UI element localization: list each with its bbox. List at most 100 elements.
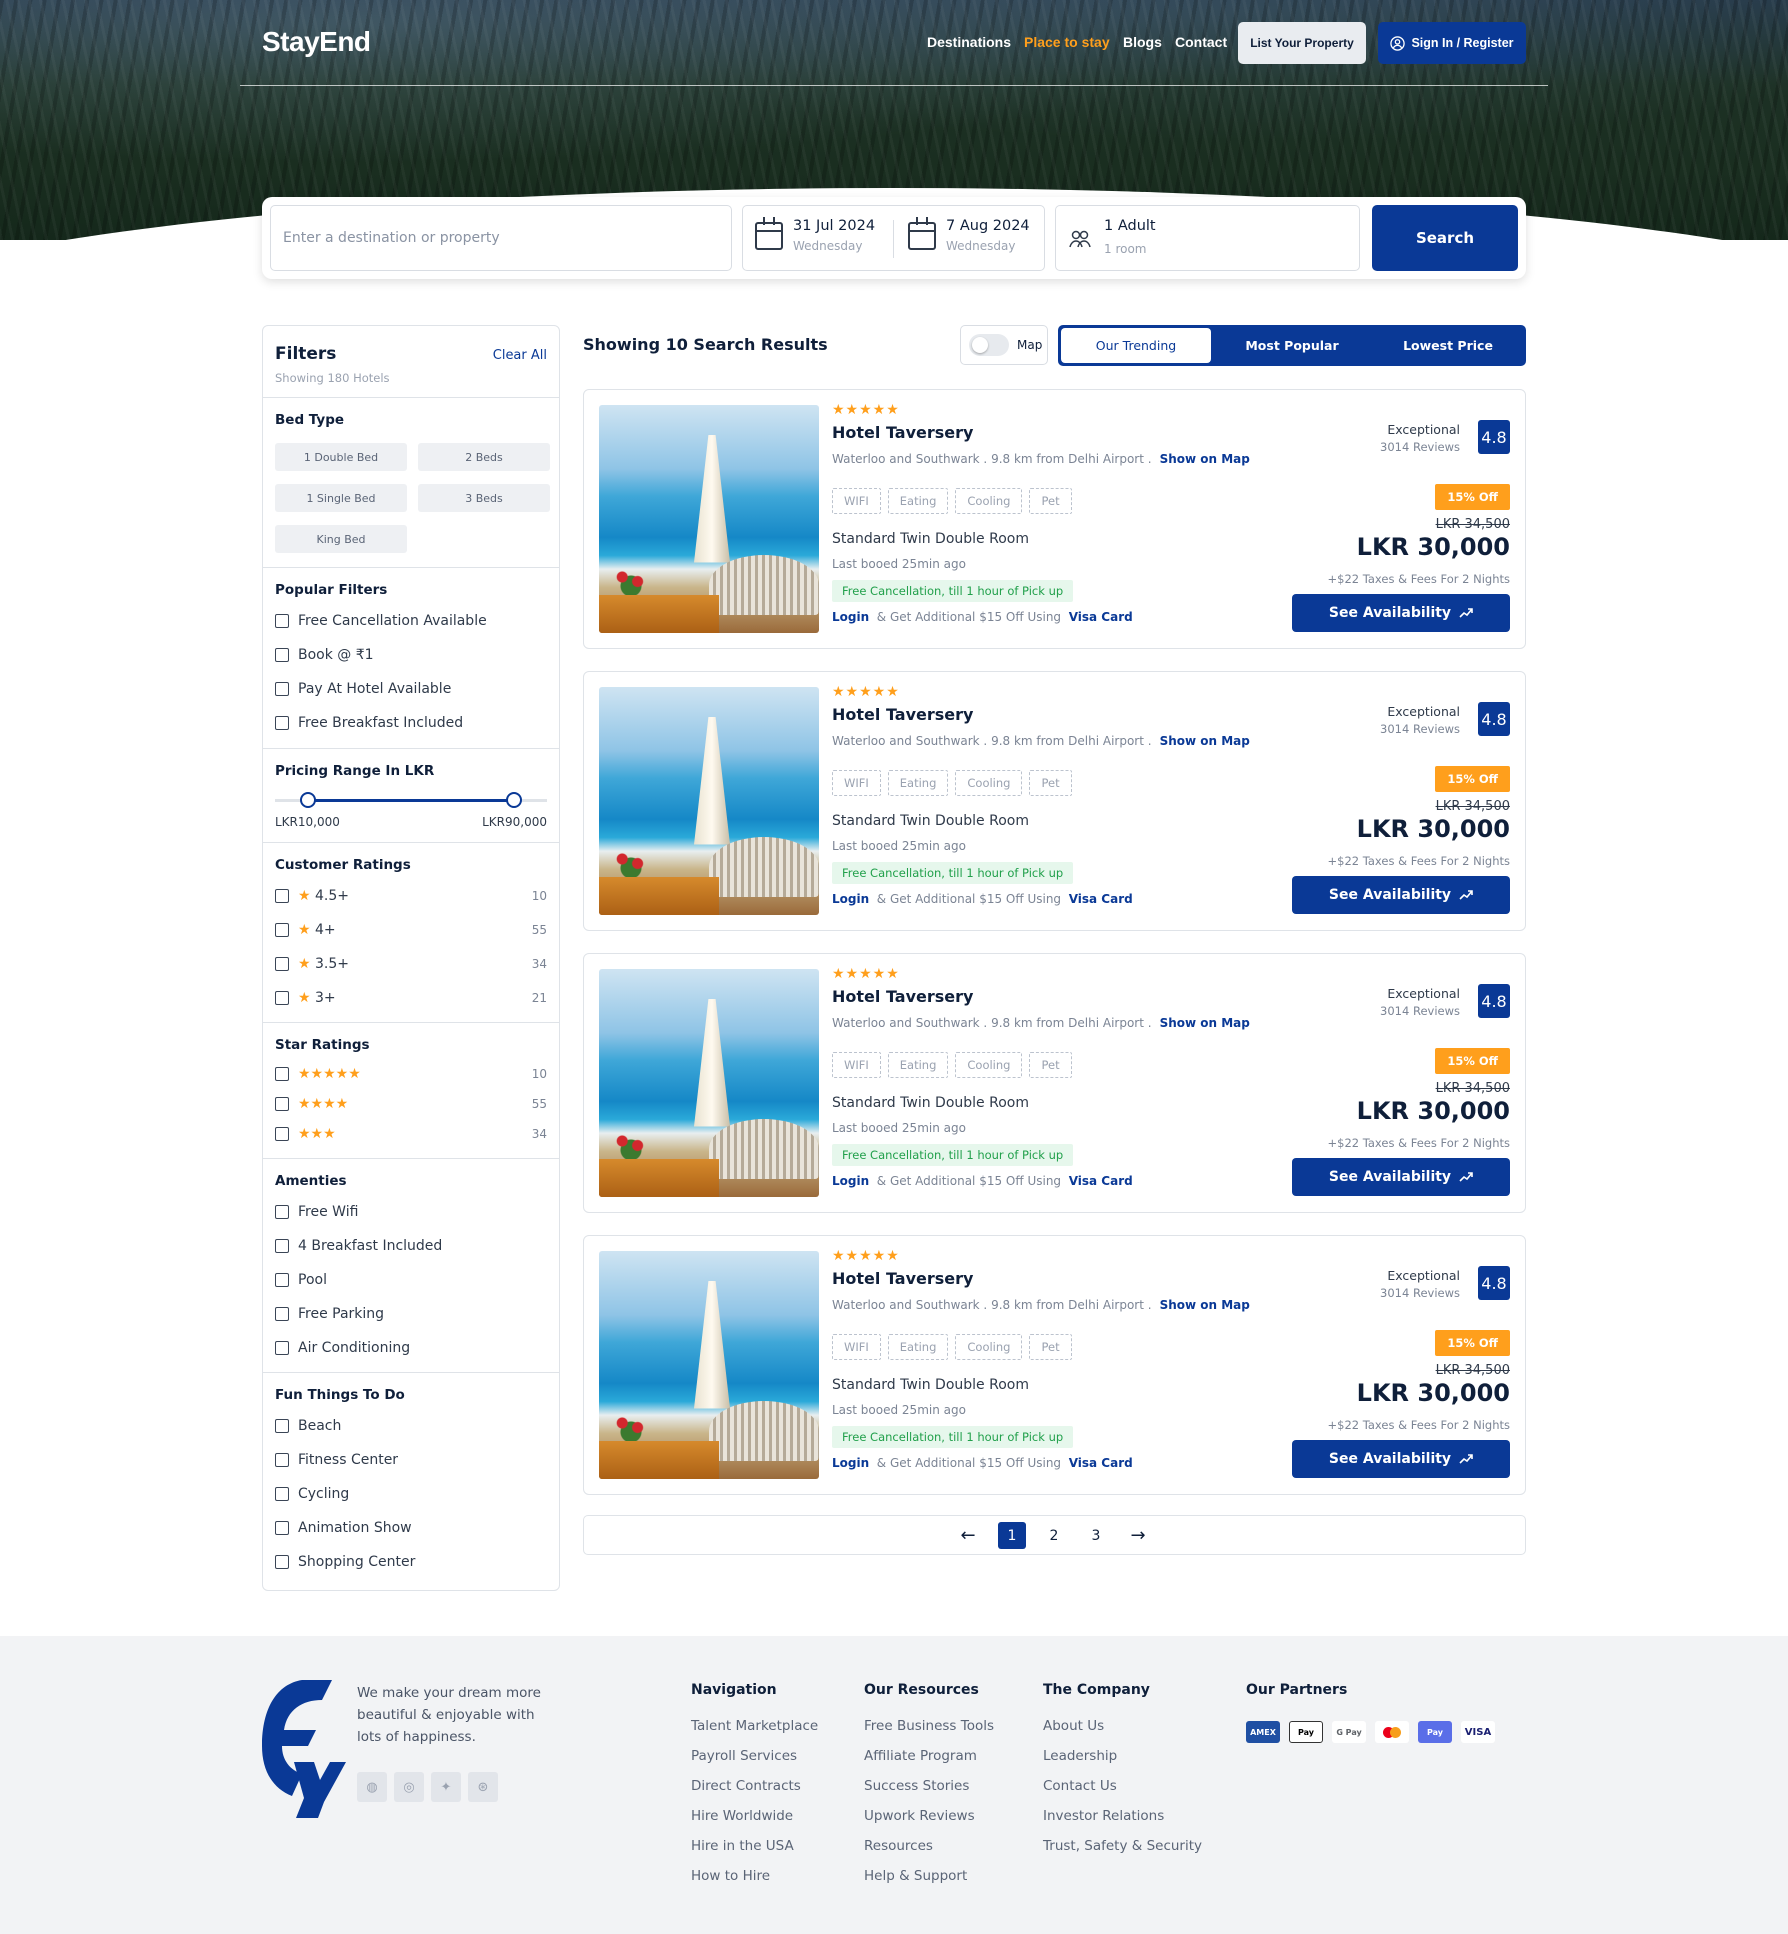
see-availability-button[interactable]: See Availability [1292, 1158, 1510, 1196]
checkbox[interactable] [275, 957, 289, 971]
hotel-card[interactable]: ★★★★★ Hotel Taversery Waterloo and Southwa… [583, 389, 1526, 649]
checkbox[interactable] [275, 1127, 289, 1141]
rating-filter[interactable]: ★ 3.5+ 34 [263, 947, 559, 981]
sign-in-button[interactable]: Sign In / Register [1378, 22, 1526, 64]
show-on-map-link[interactable]: Show on Map [1160, 1016, 1250, 1030]
checkbox[interactable] [275, 1487, 289, 1501]
footer-link[interactable]: Direct Contracts [691, 1778, 818, 1808]
footer-link[interactable]: Payroll Services [691, 1748, 818, 1778]
filter-pay-at-hotel[interactable]: Pay At Hotel Available [263, 672, 559, 706]
nav-contact[interactable]: Contact [1175, 34, 1227, 50]
login-link[interactable]: Login [832, 1456, 869, 1470]
login-link[interactable]: Login [832, 892, 869, 906]
visa-card-link[interactable]: Visa Card [1069, 610, 1133, 624]
see-availability-button[interactable]: See Availability [1292, 1440, 1510, 1478]
amenity-filter[interactable]: Free Wifi [263, 1195, 559, 1229]
footer-link[interactable]: Leadership [1043, 1748, 1202, 1778]
checkbox[interactable] [275, 1239, 289, 1253]
checkbox[interactable] [275, 923, 289, 937]
checkbox[interactable] [275, 1341, 289, 1355]
page-2-button[interactable]: 2 [1040, 1522, 1068, 1549]
footer-link[interactable]: Contact Us [1043, 1778, 1202, 1808]
footer-link[interactable]: Talent Marketplace [691, 1718, 818, 1748]
list-property-button[interactable]: List Your Property [1238, 22, 1366, 64]
price-max-handle[interactable] [506, 792, 523, 808]
footer-link[interactable]: Investor Relations [1043, 1808, 1202, 1838]
fun-filter[interactable]: Beach [263, 1409, 559, 1443]
footer-link[interactable]: Hire in the USA [691, 1838, 818, 1868]
footer-link[interactable]: About Us [1043, 1718, 1202, 1748]
checkbox[interactable] [275, 1419, 289, 1433]
see-availability-button[interactable]: See Availability [1292, 876, 1510, 914]
toggle-switch[interactable] [969, 334, 1009, 356]
footer-link[interactable]: How to Hire [691, 1868, 818, 1898]
checkbox[interactable] [275, 1555, 289, 1569]
checkbox[interactable] [275, 1453, 289, 1467]
footer-link[interactable]: Help & Support [864, 1868, 994, 1898]
twitter-icon[interactable]: ✦ [431, 1772, 461, 1802]
checkbox[interactable] [275, 991, 289, 1005]
clear-all-button[interactable]: Clear All [493, 348, 547, 363]
hotel-photo[interactable] [599, 687, 819, 915]
prev-page-arrow-icon[interactable]: ← [954, 1522, 982, 1549]
amenity-filter[interactable]: Pool [263, 1263, 559, 1297]
fun-filter[interactable]: Shopping Center [263, 1545, 559, 1579]
page-1-button[interactable]: 1 [998, 1522, 1026, 1549]
checkbox[interactable] [275, 1307, 289, 1321]
search-button[interactable]: Search [1372, 205, 1518, 271]
map-toggle[interactable]: Map [960, 325, 1048, 365]
checkbox[interactable] [275, 1205, 289, 1219]
sort-our-trending[interactable]: Our Trending [1061, 328, 1211, 363]
checkbox[interactable] [275, 1273, 289, 1287]
footer-link[interactable]: Affiliate Program [864, 1748, 994, 1778]
hotel-name[interactable]: Hotel Taversery [832, 705, 973, 724]
dribbble-icon[interactable]: ◍ [357, 1772, 387, 1802]
next-page-arrow-icon[interactable]: → [1124, 1522, 1152, 1549]
rating-filter[interactable]: ★ 4.5+ 10 [263, 879, 559, 913]
star-filter[interactable]: ★★★★ 55 [263, 1089, 559, 1119]
filter-free-breakfast[interactable]: Free Breakfast Included [263, 706, 559, 740]
checkbox[interactable] [275, 648, 289, 662]
star-filter[interactable]: ★★★ 34 [263, 1119, 559, 1149]
hotel-name[interactable]: Hotel Taversery [832, 1269, 973, 1288]
amenity-filter[interactable]: Air Conditioning [263, 1331, 559, 1365]
hotel-card[interactable]: ★★★★★ Hotel Taversery Waterloo and Southwa… [583, 1235, 1526, 1495]
page-3-button[interactable]: 3 [1082, 1522, 1110, 1549]
price-slider-track[interactable] [275, 792, 547, 808]
checkout-date[interactable]: 7 Aug 2024 Wednesday [908, 217, 1030, 253]
footer-link[interactable]: Hire Worldwide [691, 1808, 818, 1838]
checkin-date[interactable]: 31 Jul 2024 Wednesday [755, 217, 875, 253]
footer-link[interactable]: Upwork Reviews [864, 1808, 994, 1838]
checkbox[interactable] [275, 614, 289, 628]
rating-filter[interactable]: ★ 4+ 55 [263, 913, 559, 947]
nav-place-to-stay[interactable]: Place to stay [1024, 34, 1110, 50]
visa-card-link[interactable]: Visa Card [1069, 1174, 1133, 1188]
filter-book-1[interactable]: Book @ ₹1 [263, 638, 559, 672]
hotel-name[interactable]: Hotel Taversery [832, 423, 973, 442]
footer-link[interactable]: Trust, Safety & Security [1043, 1838, 1202, 1868]
hotel-photo[interactable] [599, 405, 819, 633]
footer-link[interactable]: Success Stories [864, 1778, 994, 1808]
checkbox[interactable] [275, 682, 289, 696]
footer-logo-icon[interactable] [262, 1680, 346, 1818]
hotel-name[interactable]: Hotel Taversery [832, 987, 973, 1006]
checkbox[interactable] [275, 716, 289, 730]
checkbox[interactable] [275, 1067, 289, 1081]
star-filter[interactable]: ★★★★★ 10 [263, 1059, 559, 1089]
nav-destinations[interactable]: Destinations [927, 34, 1011, 50]
login-link[interactable]: Login [832, 1174, 869, 1188]
instagram-icon[interactable]: ◎ [394, 1772, 424, 1802]
checkbox[interactable] [275, 1097, 289, 1111]
checkbox[interactable] [275, 1521, 289, 1535]
fun-filter[interactable]: Animation Show [263, 1511, 559, 1545]
guests-selector[interactable]: 1 Adult 1 room [1055, 205, 1360, 271]
amenity-filter[interactable]: Free Parking [263, 1297, 559, 1331]
fun-filter[interactable]: Fitness Center [263, 1443, 559, 1477]
rating-filter[interactable]: ★ 3+ 21 [263, 981, 559, 1015]
filter-free-cancellation[interactable]: Free Cancellation Available [263, 604, 559, 638]
checkbox[interactable] [275, 889, 289, 903]
see-availability-button[interactable]: See Availability [1292, 594, 1510, 632]
price-min-handle[interactable] [299, 792, 316, 808]
bed-option[interactable]: 1 Double Bed [275, 443, 407, 471]
visa-card-link[interactable]: Visa Card [1069, 1456, 1133, 1470]
